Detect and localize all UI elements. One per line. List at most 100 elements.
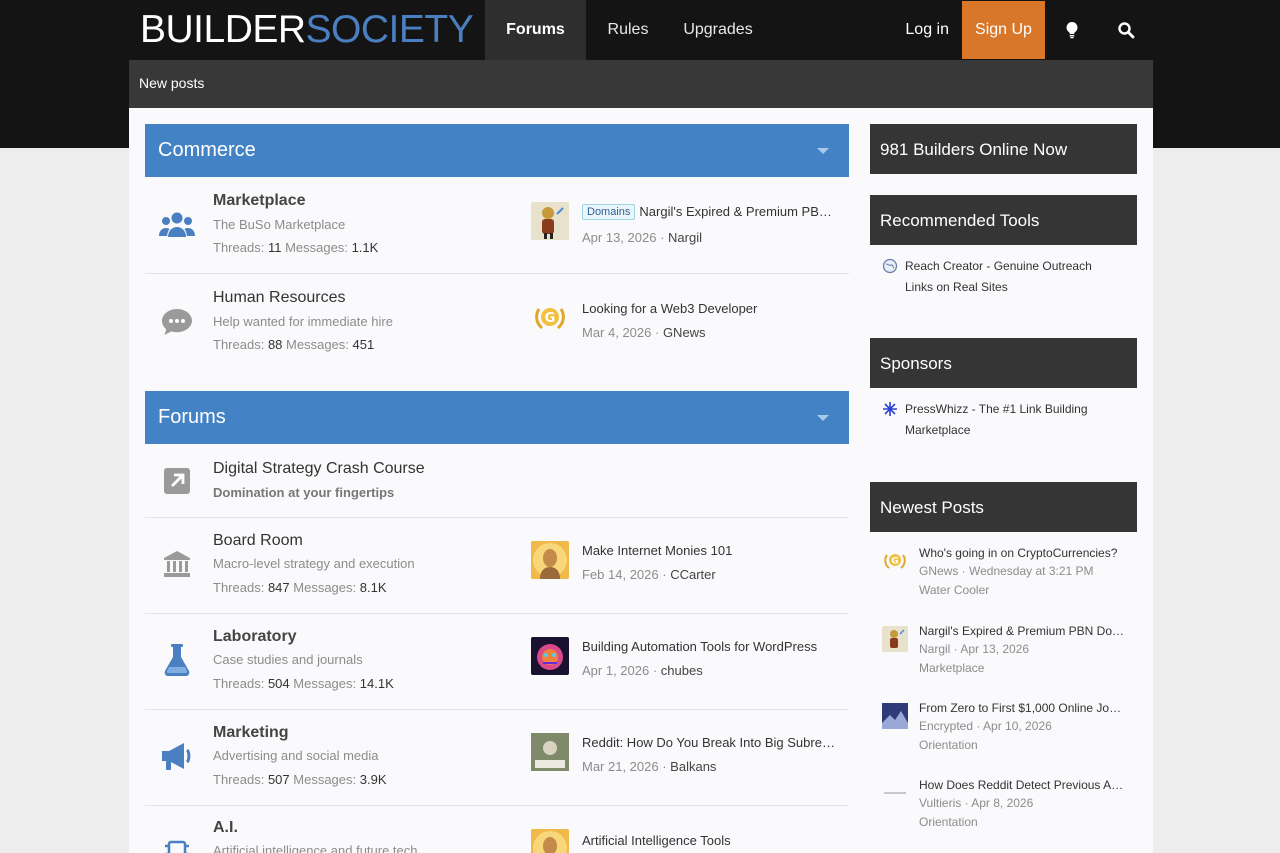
latest-post-user[interactable]: Balkans: [670, 759, 716, 774]
sub-navigation: New posts: [129, 60, 1153, 108]
page-content: Commerce Marketplace The BuSo Marketplac…: [129, 108, 1153, 853]
globe-icon: [882, 258, 898, 274]
node-title[interactable]: Human Resources: [213, 289, 346, 307]
login-link[interactable]: Log in: [892, 0, 962, 60]
node-title[interactable]: A.I.: [213, 819, 238, 837]
chat-bubble-icon: [157, 302, 197, 342]
chip-icon: [157, 830, 197, 853]
node-description: Macro-level strategy and execution: [213, 556, 415, 571]
forum-node-digital-strategy[interactable]: Digital Strategy Crash Course Domination…: [145, 444, 849, 518]
node-title[interactable]: Marketplace: [213, 192, 306, 210]
node-stats: Threads: 847 Messages: 8.1K: [213, 580, 387, 595]
newest-post-item[interactable]: From Zero to First $1,000 Online Journey…: [882, 701, 1137, 765]
forum-node-marketplace[interactable]: Marketplace The BuSo Marketplace Threads…: [145, 177, 849, 274]
avatar[interactable]: [531, 637, 569, 675]
newest-post-forum[interactable]: Marketplace: [919, 661, 984, 675]
latest-post-user[interactable]: chubes: [661, 663, 703, 678]
newest-post-meta: GNews · Wednesday at 3:21 PM: [919, 564, 1094, 578]
recommended-tool-link[interactable]: Reach Creator - Genuine Outreach Links o…: [882, 256, 1137, 300]
latest-post-meta: Mar 4, 2026 · GNews: [582, 325, 706, 340]
bank-icon: [157, 544, 197, 584]
category-header-commerce[interactable]: Commerce: [145, 124, 849, 177]
latest-post-user[interactable]: CCarter: [670, 567, 716, 582]
avatar[interactable]: G: [531, 299, 569, 337]
newest-post-item[interactable]: How Does Reddit Detect Previous Accounts…: [882, 778, 1137, 842]
collapse-caret-icon[interactable]: [817, 415, 829, 421]
recommended-tools-header: Recommended Tools: [870, 195, 1137, 245]
lightbulb-icon[interactable]: [1045, 0, 1099, 60]
external-link-icon: [157, 461, 197, 501]
collapse-caret-icon[interactable]: [817, 148, 829, 154]
node-description: Advertising and social media: [213, 748, 379, 763]
node-title[interactable]: Laboratory: [213, 628, 297, 646]
node-description: Artificial intelligence and future tech: [213, 843, 418, 853]
node-description: The BuSo Marketplace: [213, 217, 346, 232]
forum-node-human-resources[interactable]: Human Resources Help wanted for immediat…: [145, 274, 849, 371]
latest-post-title[interactable]: Artificial Intelligence Tools: [582, 833, 838, 848]
forum-node-ai[interactable]: A.I. Artificial intelligence and future …: [145, 806, 849, 853]
latest-post-user[interactable]: GNews: [663, 325, 706, 340]
site-logo[interactable]: BUILDERSOCIETY: [129, 0, 485, 60]
newest-post-title[interactable]: From Zero to First $1,000 Online Journey: [919, 701, 1125, 715]
newest-post-title[interactable]: Who's going in on CryptoCurrencies?: [919, 546, 1125, 560]
newest-post-title[interactable]: How Does Reddit Detect Previous Accounts…: [919, 778, 1125, 792]
latest-post-meta: Mar 21, 2026 · Balkans: [582, 759, 717, 774]
signup-button[interactable]: Sign Up: [962, 1, 1045, 59]
avatar[interactable]: [531, 202, 569, 240]
node-stats: Threads: 88 Messages: 451: [213, 337, 375, 352]
newest-posts-header: Newest Posts: [870, 482, 1137, 532]
latest-post-meta: Feb 14, 2026 · CCarter: [582, 567, 716, 582]
latest-post[interactable]: Artificial Intelligence Tools: [531, 829, 841, 853]
svg-text:G: G: [545, 311, 556, 326]
forum-node-marketing[interactable]: Marketing Advertising and social media T…: [145, 710, 849, 806]
newest-post-forum[interactable]: Orientation: [919, 815, 978, 829]
newest-post-forum[interactable]: Water Cooler: [919, 583, 989, 597]
latest-post-meta: Apr 1, 2026 · chubes: [582, 663, 703, 678]
megaphone-icon: [157, 736, 197, 776]
site-header: BUILDERSOCIETY Forums Rules Upgrades Log…: [129, 0, 1153, 60]
online-now-header[interactable]: 981 Builders Online Now: [870, 124, 1137, 174]
flask-icon: [157, 640, 197, 680]
newest-post-meta: Nargil · Apr 13, 2026: [919, 642, 1030, 656]
latest-post-title[interactable]: Reddit: How Do You Break Into Big Subred…: [582, 735, 838, 750]
new-posts-link[interactable]: New posts: [139, 75, 204, 91]
latest-post-user[interactable]: Nargil: [668, 230, 702, 245]
forum-node-laboratory[interactable]: Laboratory Case studies and journals Thr…: [145, 614, 849, 710]
prefix-tag[interactable]: Domains: [582, 204, 636, 220]
avatar[interactable]: [882, 703, 908, 729]
newest-post-forum[interactable]: Orientation: [919, 738, 978, 752]
avatar[interactable]: [531, 541, 569, 579]
forum-node-board-room[interactable]: Board Room Macro-level strategy and exec…: [145, 518, 849, 614]
nav-tab-rules[interactable]: Rules: [586, 0, 670, 60]
sponsor-link[interactable]: PressWhizz - The #1 Link Building Market…: [882, 399, 1137, 443]
latest-post-title[interactable]: Make Internet Monies 101: [582, 543, 838, 558]
node-title[interactable]: Marketing: [213, 724, 289, 742]
newest-post-item[interactable]: Nargil's Expired & Premium PBN Domains N…: [882, 624, 1137, 688]
newest-post-meta: Vultieris · Apr 8, 2026: [919, 796, 1034, 810]
latest-post-title[interactable]: Looking for a Web3 Developer: [582, 301, 838, 316]
avatar[interactable]: [531, 733, 569, 771]
category-title: Forums: [158, 406, 226, 428]
node-stats: Threads: 11 Messages: 1.1K: [213, 240, 379, 255]
avatar[interactable]: [882, 780, 908, 806]
node-stats: Threads: 507 Messages: 3.9K: [213, 772, 387, 787]
search-icon[interactable]: [1099, 0, 1153, 60]
latest-post-title[interactable]: Building Automation Tools for WordPress: [582, 639, 838, 654]
node-description: Domination at your fingertips: [213, 485, 395, 500]
sponsors-header: Sponsors: [870, 338, 1137, 388]
newest-post-meta: Encrypted · Apr 10, 2026: [919, 719, 1052, 733]
newest-post-title[interactable]: Nargil's Expired & Premium PBN Domains: [919, 624, 1125, 638]
category-header-forums[interactable]: Forums: [145, 391, 849, 444]
avatar[interactable]: [882, 626, 908, 652]
svg-text:G: G: [891, 557, 898, 567]
nav-tab-upgrades[interactable]: Upgrades: [670, 0, 766, 60]
node-title[interactable]: Digital Strategy Crash Course: [213, 460, 425, 478]
node-stats: Threads: 504 Messages: 14.1K: [213, 676, 394, 691]
node-title[interactable]: Board Room: [213, 532, 303, 550]
node-description: Case studies and journals: [213, 652, 363, 667]
newest-post-item[interactable]: G Who's going in on CryptoCurrencies? GN…: [882, 546, 1137, 610]
nav-tab-forums[interactable]: Forums: [485, 0, 586, 60]
avatar[interactable]: [531, 829, 569, 853]
avatar[interactable]: G: [882, 548, 908, 574]
latest-post-title[interactable]: DomainsNargil's Expired & Premium PBN Do…: [582, 204, 838, 220]
